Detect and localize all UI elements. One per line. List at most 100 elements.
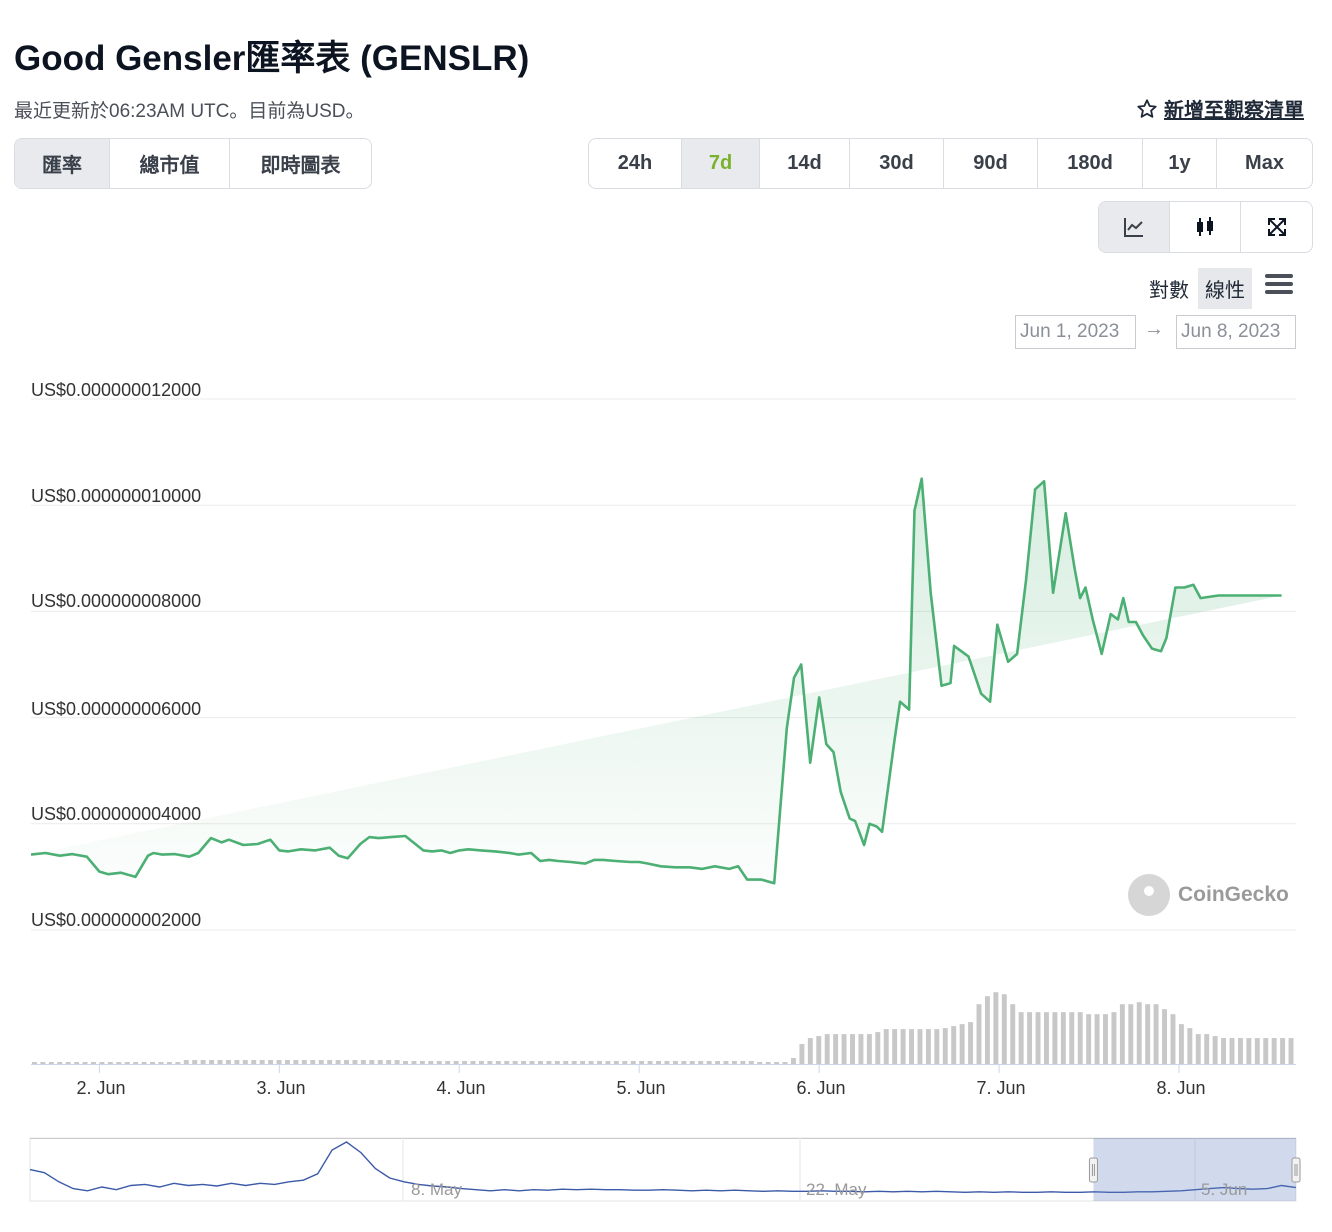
volume-bar [200, 1060, 206, 1064]
volume-bar [1271, 1038, 1277, 1064]
volume-bar [192, 1060, 198, 1064]
volume-bar [57, 1062, 63, 1064]
volume-bar [478, 1061, 484, 1064]
volume-bar [344, 1060, 349, 1064]
volume-bar [276, 1060, 282, 1064]
volume-bar [824, 1034, 830, 1064]
volume-bar [925, 1029, 931, 1064]
volume-bar [900, 1029, 906, 1064]
volume-bar [1229, 1038, 1235, 1064]
volume-bar [209, 1060, 215, 1064]
volume-bar [630, 1061, 636, 1064]
volume-bar [875, 1032, 881, 1064]
volume-bar [183, 1060, 189, 1064]
volume-bar [546, 1061, 552, 1064]
volume-bar [133, 1062, 139, 1064]
volume-bar [377, 1060, 383, 1064]
x-tick-label: 5. Jun [616, 1078, 666, 1098]
volume-bar [841, 1034, 847, 1064]
volume-bar [1145, 1004, 1151, 1064]
volume-bar [462, 1061, 468, 1064]
volume-bar [968, 1022, 974, 1064]
volume-bar [150, 1062, 155, 1064]
volume-bar [301, 1060, 307, 1064]
volume-bar [1077, 1012, 1083, 1064]
volume-bar [1136, 1002, 1142, 1064]
volume-bar [141, 1062, 147, 1064]
volume-bar [40, 1062, 46, 1064]
price-chart[interactable] [0, 0, 1332, 1232]
volume-bar [715, 1061, 721, 1064]
volume-bar [32, 1062, 37, 1064]
volume-bar [1035, 1012, 1041, 1064]
volume-bar [116, 1062, 122, 1064]
volume-bar [521, 1061, 527, 1064]
volume-bar [470, 1061, 476, 1064]
volume-bar [892, 1029, 898, 1064]
y-tick-label: US$0.000000004000 [31, 804, 202, 824]
volume-bar [1010, 1004, 1016, 1064]
volume-bar [858, 1034, 864, 1064]
x-tick-label: 4. Jun [436, 1078, 486, 1098]
volume-bar [588, 1061, 594, 1064]
volume-bar [782, 1062, 788, 1064]
volume-bar [850, 1034, 855, 1064]
x-tick-label: 2. Jun [76, 1078, 126, 1098]
volume-bar [504, 1061, 510, 1064]
volume-bar [99, 1062, 105, 1064]
volume-bar [672, 1061, 678, 1064]
volume-bar [942, 1028, 948, 1064]
volume-bar [706, 1061, 712, 1064]
volume-bar [1069, 1012, 1075, 1064]
volume-bar [65, 1062, 71, 1064]
volume-bar [1119, 1004, 1125, 1064]
volume-bar [1263, 1038, 1269, 1064]
volume-bar [1204, 1034, 1210, 1064]
volume-bar [799, 1044, 805, 1064]
volume-bar [453, 1061, 459, 1064]
volume-bar [1254, 1038, 1260, 1064]
volume-bar [976, 1004, 982, 1064]
coingecko-watermark: CoinGecko [1128, 874, 1289, 916]
volume-bar [251, 1060, 257, 1064]
volume-bar [428, 1061, 434, 1064]
volume-bar [774, 1062, 780, 1064]
volume-bar [723, 1061, 729, 1064]
volume-bar [124, 1062, 130, 1064]
volume-bar [386, 1060, 392, 1064]
volume-bar [1001, 994, 1007, 1064]
volume-bar [664, 1061, 670, 1064]
volume-bar [647, 1061, 653, 1064]
volume-bar [1060, 1012, 1066, 1064]
volume-bar [909, 1029, 914, 1064]
navigator-right-handle[interactable] [1291, 1157, 1301, 1183]
volume-bar [1221, 1038, 1227, 1064]
price-area-fill [31, 478, 1282, 884]
x-tick-label: 3. Jun [256, 1078, 306, 1098]
volume-bar [622, 1061, 628, 1064]
y-tick-label: US$0.000000002000 [31, 910, 202, 930]
volume-bar [166, 1062, 172, 1064]
volume-bar [360, 1060, 366, 1064]
volume-bar [259, 1060, 265, 1064]
volume-bar [495, 1061, 501, 1064]
volume-bar [217, 1060, 223, 1064]
volume-bar [984, 996, 990, 1064]
volume-bar [605, 1061, 611, 1064]
volume-bar [816, 1036, 822, 1064]
volume-bar [285, 1060, 290, 1064]
volume-bar [656, 1061, 661, 1064]
volume-bar [74, 1062, 80, 1064]
volume-bar [91, 1062, 96, 1064]
volume-bar [225, 1060, 231, 1064]
volume-bar [1086, 1014, 1092, 1064]
navigator-label: 8. May [411, 1180, 463, 1199]
navigator-label: 5. Jun [1201, 1180, 1248, 1199]
volume-bar [512, 1061, 518, 1064]
volume-bar [175, 1062, 181, 1064]
volume-bar [1128, 1004, 1134, 1064]
volume-bar [681, 1061, 687, 1064]
volume-bar [731, 1061, 737, 1064]
volume-bar [563, 1061, 569, 1064]
navigator-left-handle[interactable] [1088, 1157, 1098, 1183]
